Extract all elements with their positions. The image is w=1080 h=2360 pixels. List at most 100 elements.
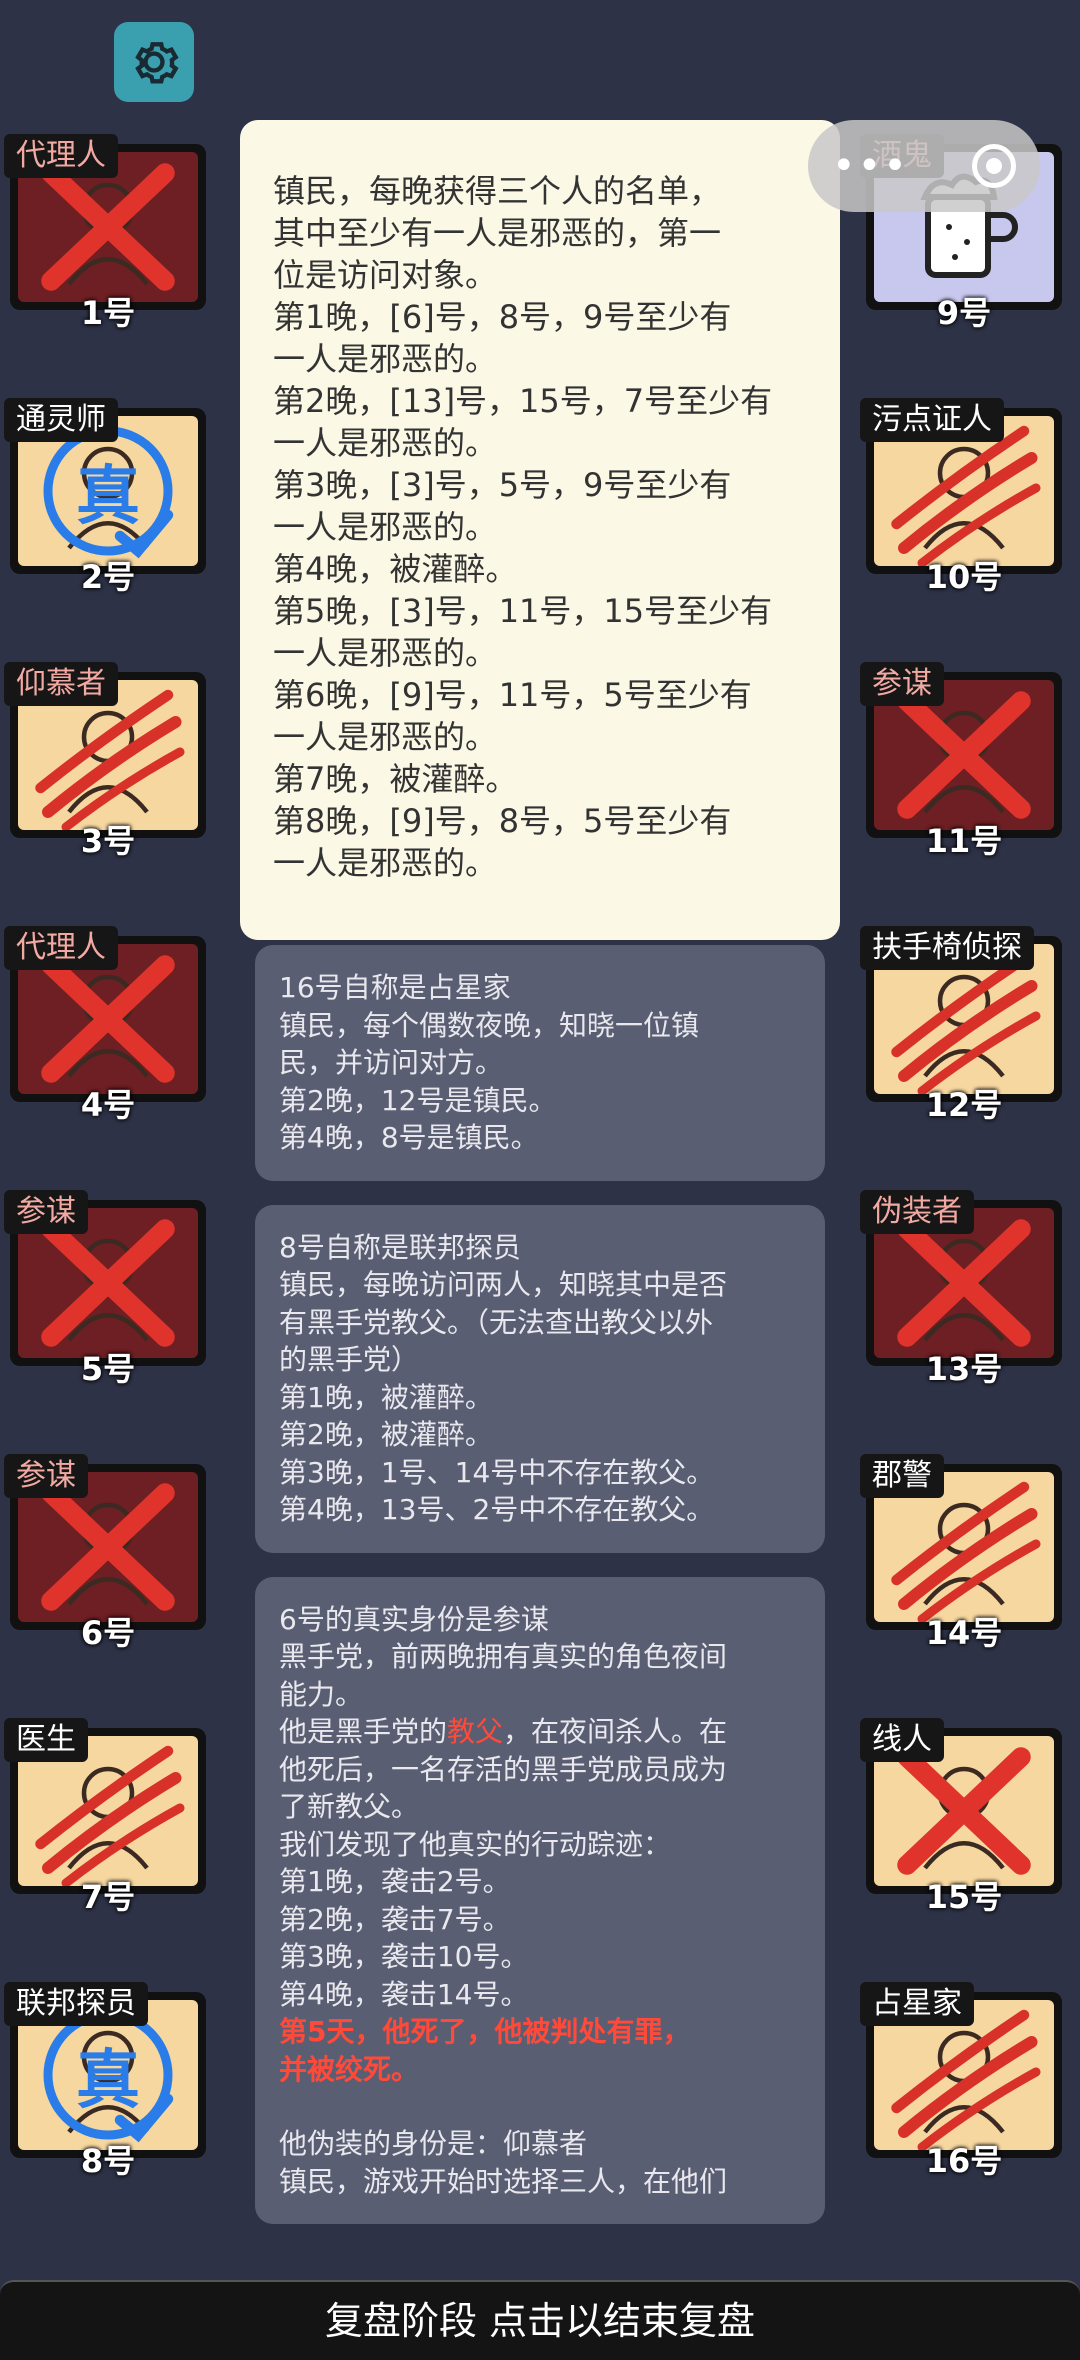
detail-line: 一人是邪恶的。 [273, 844, 498, 882]
player-number: 1号 [80, 294, 136, 332]
capsule-menu[interactable]: ••• [808, 120, 1040, 212]
player-role-label: 代理人 [4, 134, 118, 178]
player-role-label: 仰慕者 [4, 662, 118, 706]
player-number: 2号 [80, 558, 136, 596]
player-role-label: 线人 [860, 1718, 944, 1762]
card-line: 16号自称是占星家 [279, 971, 511, 1004]
review-scroll-area[interactable]: 16号自称是占星家镇民，每个偶数夜晚，知晓一位镇 民，并访问对方。第2晚，12号是… [255, 945, 825, 2225]
player-number: 11号 [925, 822, 1003, 860]
card-line: 了新教父。 [279, 1790, 420, 1823]
player-seat-10[interactable]: 污点证人 10号 [860, 364, 1068, 596]
settings-button[interactable] [114, 22, 194, 102]
player-seat-4[interactable]: 代理人 4号 [4, 892, 212, 1124]
card-line: 能力。 [279, 1677, 364, 1711]
player-role-label: 污点证人 [860, 398, 1004, 442]
player-seat-15[interactable]: 线人 15号 [860, 1684, 1068, 1916]
player-role-label: 参谋 [4, 1454, 88, 1498]
detail-line: 第2晚，[13]号，15号，7号至少有 [273, 382, 773, 420]
player-seat-12[interactable]: 扶手椅侦探 12号 [860, 892, 1068, 1124]
card-text: ，在夜间杀人。在 [503, 1715, 728, 1748]
player-number: 3号 [80, 822, 136, 860]
card-line: 我们发现了他真实的行动踪迹： [279, 1827, 672, 1861]
player-number: 8号 [80, 2142, 136, 2180]
detail-line: 一人是邪恶的。 [273, 634, 498, 672]
info-card-true-identity: 6号的真实身份是参谋 黑手党，前两晚拥有真实的角色夜间 能力。 他是黑手党的教父… [255, 1576, 825, 2224]
detail-line: 第8晚，[9]号，8号，5号至少有 [273, 802, 732, 840]
gear-icon [135, 42, 179, 84]
player-number: 13号 [925, 1350, 1003, 1388]
card-line: 第3晚，1号、14号中不存在教父。 [279, 1455, 715, 1489]
player-seat-11[interactable]: 参谋 11号 [860, 628, 1068, 860]
detail-line: 一人是邪恶的。 [273, 340, 498, 378]
card-line: 民，并访问对方。 [279, 1046, 504, 1079]
detail-line: 一人是邪恶的。 [273, 718, 498, 756]
detail-line: 位是访问对象。 [273, 256, 498, 294]
card-line: 镇民，每个偶数夜晚，知晓一位镇 [279, 1008, 700, 1042]
info-card-astrologer: 16号自称是占星家镇民，每个偶数夜晚，知晓一位镇 民，并访问对方。第2晚，12号是… [255, 945, 825, 1181]
detail-line: 其中至少有一人是邪恶的，第一 [273, 214, 722, 252]
player-seat-6[interactable]: 参谋 6号 [4, 1420, 212, 1652]
player-role-label: 扶手椅侦探 [860, 926, 1034, 970]
card-line: 第2晚，被灌醉。 [279, 1418, 493, 1451]
card-line: 第4晚，8号是镇民。 [279, 1121, 539, 1154]
info-card-federal-agent: 8号自称是联邦探员镇民，每晚访问两人，知晓其中是否 有黑手党教父。（无法查出教父以… [255, 1204, 825, 1553]
card-line: 他死后，一名存活的黑手党成员成为 [279, 1752, 728, 1786]
player-number: 4号 [80, 1086, 136, 1124]
player-seat-13[interactable]: 伪装者 13号 [860, 1156, 1068, 1388]
detail-line: 第6晚，[9]号，11号，5号至少有 [273, 676, 752, 714]
player-number: 16号 [925, 2142, 1003, 2180]
card-text: 他是黑手党的 [279, 1715, 448, 1748]
player-number: 12号 [925, 1086, 1003, 1124]
player-seat-7[interactable]: 医生 7号 [4, 1684, 212, 1916]
card-line: 有黑手党教父。（无法查出教父以外 [279, 1305, 714, 1339]
highlight-godfather: 教父 [447, 1715, 504, 1748]
card-line: 的黑手党） [279, 1343, 420, 1376]
detail-line: 第4晚，被灌醉。 [273, 550, 518, 588]
role-detail-card: 镇民，每晚获得三个人的名单， 其中至少有一人是邪恶的，第一 位是访问对象。第1晚，[… [240, 120, 840, 940]
card-line: 第4晚，袭击14号。 [279, 1977, 529, 2011]
player-number: 7号 [80, 1878, 136, 1916]
player-role-label: 代理人 [4, 926, 118, 970]
death-line: 并被绞死。 [279, 2052, 420, 2086]
player-seat-16[interactable]: 占星家 16号 [860, 1948, 1068, 2180]
detail-line: 第5晚，[3]号，11号，15号至少有 [273, 592, 773, 630]
detail-line: 第3晚，[3]号，5号，9号至少有 [273, 466, 732, 504]
detail-line: 第7晚，被灌醉。 [273, 760, 518, 798]
player-role-label: 联邦探员 [4, 1982, 148, 2026]
player-role-label: 医生 [4, 1718, 88, 1762]
player-number: 5号 [80, 1350, 136, 1388]
card-line: 第1晚，被灌醉。 [279, 1380, 493, 1414]
player-seat-14[interactable]: 郡警 14号 [860, 1420, 1068, 1652]
card-line: 8号自称是联邦探员 [279, 1230, 521, 1264]
detail-line: 镇民，每晚获得三个人的名单， [273, 172, 722, 210]
player-seat-8[interactable]: 真联邦探员 8号 [4, 1948, 212, 2180]
player-role-label: 郡警 [860, 1454, 944, 1498]
player-seat-3[interactable]: 仰慕者 3号 [4, 628, 212, 860]
player-number: 10号 [925, 558, 1003, 596]
player-role-label: 参谋 [4, 1190, 88, 1234]
detail-line: 一人是邪恶的。 [273, 424, 498, 462]
close-target-icon[interactable] [972, 144, 1016, 188]
player-role-label: 伪装者 [860, 1190, 974, 1234]
more-dots-icon[interactable]: ••• [832, 143, 909, 189]
player-number: 6号 [80, 1614, 136, 1652]
card-line: 第4晚，13号、2号中不存在教父。 [279, 1493, 715, 1526]
card-line: 第2晚，袭击7号。 [279, 1902, 511, 1936]
end-review-button[interactable]: 复盘阶段 点击以结束复盘 [0, 2280, 1080, 2360]
death-line: 第5天，他死了，他被判处有罪， [279, 2015, 691, 2048]
card-line: 他是黑手党的教父，在夜间杀人。在 [279, 1713, 803, 1751]
card-line: 镇民，每晚访问两人，知晓其中是否 [279, 1268, 728, 1301]
player-seat-1[interactable]: 代理人 1号 [4, 100, 212, 332]
card-line: 他伪装的身份是：仰慕者 [279, 2127, 588, 2160]
card-line: 第2晚，12号是镇民。 [279, 1083, 557, 1117]
card-line: 第1晚，袭击2号。 [279, 1865, 511, 1898]
detail-line: 第1晚，[6]号，8号，9号至少有 [273, 298, 732, 336]
card-line: 镇民，游戏开始时选择三人，在他们 [279, 2164, 728, 2198]
player-seat-5[interactable]: 参谋 5号 [4, 1156, 212, 1388]
player-number: 14号 [925, 1614, 1003, 1652]
player-number: 15号 [925, 1878, 1003, 1916]
player-role-label: 参谋 [860, 662, 944, 706]
player-role-label: 通灵师 [4, 398, 118, 442]
player-seat-2[interactable]: 真通灵师 2号 [4, 364, 212, 596]
